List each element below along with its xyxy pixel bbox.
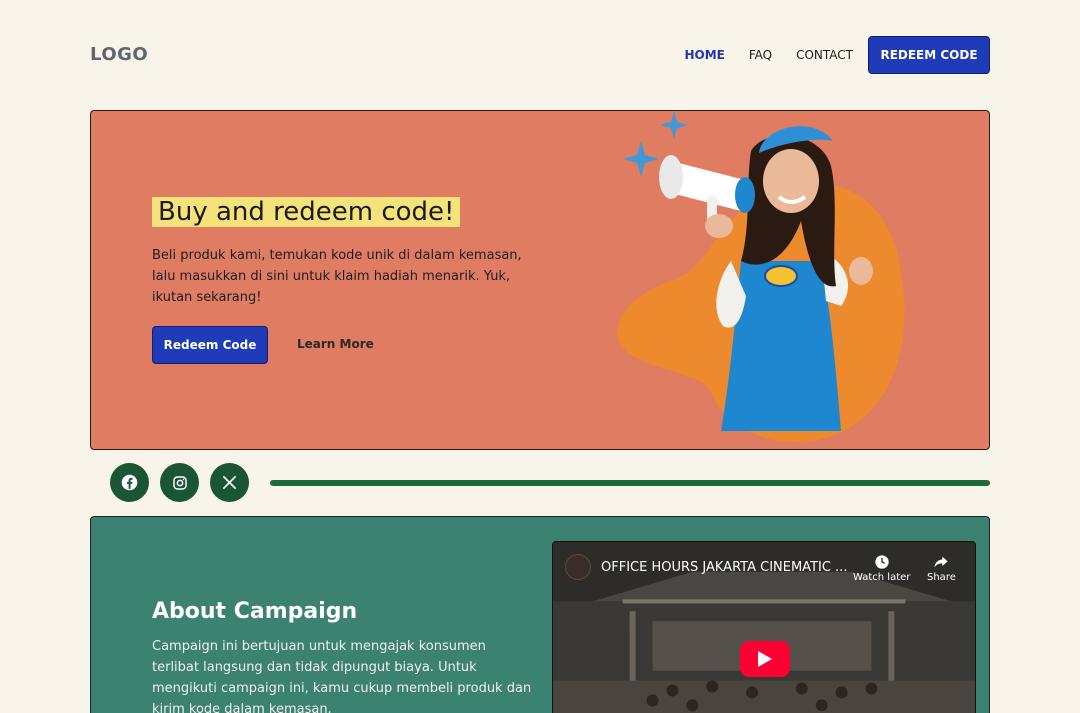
hero-section: Buy and redeem code! Beli produk kami, t… <box>90 110 990 450</box>
social-links <box>110 463 260 502</box>
share-control[interactable]: Share <box>927 554 956 583</box>
watch-later-label: Watch later <box>853 572 911 583</box>
divider-line <box>270 480 990 486</box>
about-description: Campaign ini bertujuan untuk mengajak ko… <box>152 639 532 713</box>
facebook-icon[interactable] <box>110 463 149 502</box>
learn-more-link[interactable]: Learn More <box>297 337 374 351</box>
hero-description: Beli produk kami, temukan kode unik di d… <box>152 248 522 305</box>
share-icon <box>934 556 949 568</box>
instagram-icon[interactable] <box>160 463 199 502</box>
video-embed[interactable]: OFFICE HOURS JAKARTA CINEMATIC ... Watch… <box>552 541 976 713</box>
redeem-code-button[interactable]: Redeem Code <box>152 326 268 364</box>
redeem-code-nav-button[interactable]: REDEEM CODE <box>868 36 990 74</box>
watch-later-control[interactable]: Watch later <box>853 554 910 583</box>
nav-faq[interactable]: FAQ <box>749 48 772 62</box>
about-section: About Campaign Campaign ini bertujuan un… <box>90 516 990 713</box>
clock-icon <box>875 555 889 569</box>
promoter-illustration <box>617 111 905 443</box>
x-icon[interactable] <box>210 463 249 502</box>
channel-avatar[interactable] <box>565 554 591 580</box>
share-label: Share <box>927 572 956 583</box>
hero-title: Buy and redeem code! <box>152 197 461 227</box>
about-title: About Campaign <box>152 599 358 624</box>
play-button[interactable] <box>740 641 790 677</box>
play-icon <box>758 651 772 667</box>
nav-contact[interactable]: CONTACT <box>796 48 853 62</box>
site-header: LOGO HOME FAQ CONTACT REDEEM CODE <box>90 36 990 74</box>
main-nav: HOME FAQ CONTACT REDEEM CODE <box>660 36 990 74</box>
logo[interactable]: LOGO <box>90 44 148 65</box>
video-title[interactable]: OFFICE HOURS JAKARTA CINEMATIC ... <box>601 560 847 575</box>
nav-home[interactable]: HOME <box>684 48 724 62</box>
